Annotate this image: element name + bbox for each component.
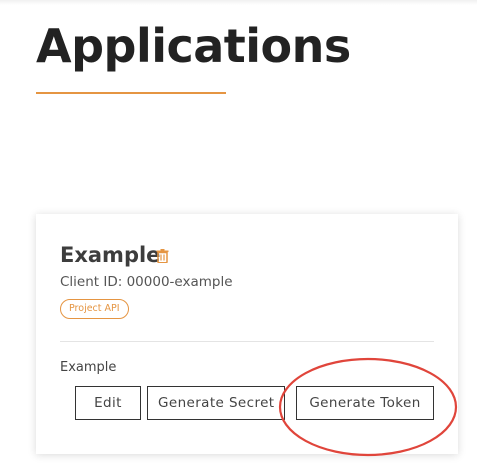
section-label: Example — [60, 360, 117, 375]
page-title: Applications — [36, 19, 351, 73]
api-badge: Project API — [60, 299, 129, 319]
divider — [60, 341, 434, 342]
edit-button[interactable]: Edit — [75, 386, 141, 420]
client-id: Client ID: 00000-example — [60, 274, 233, 290]
application-name: Example — [60, 243, 161, 267]
generate-token-button[interactable]: Generate Token — [296, 386, 434, 420]
generate-secret-button[interactable]: Generate Secret — [147, 386, 285, 420]
title-underline — [36, 92, 226, 94]
application-card: Example Client ID: 00000-example Project… — [36, 214, 458, 454]
top-shadow — [0, 0, 477, 5]
trash-icon[interactable] — [156, 249, 169, 263]
